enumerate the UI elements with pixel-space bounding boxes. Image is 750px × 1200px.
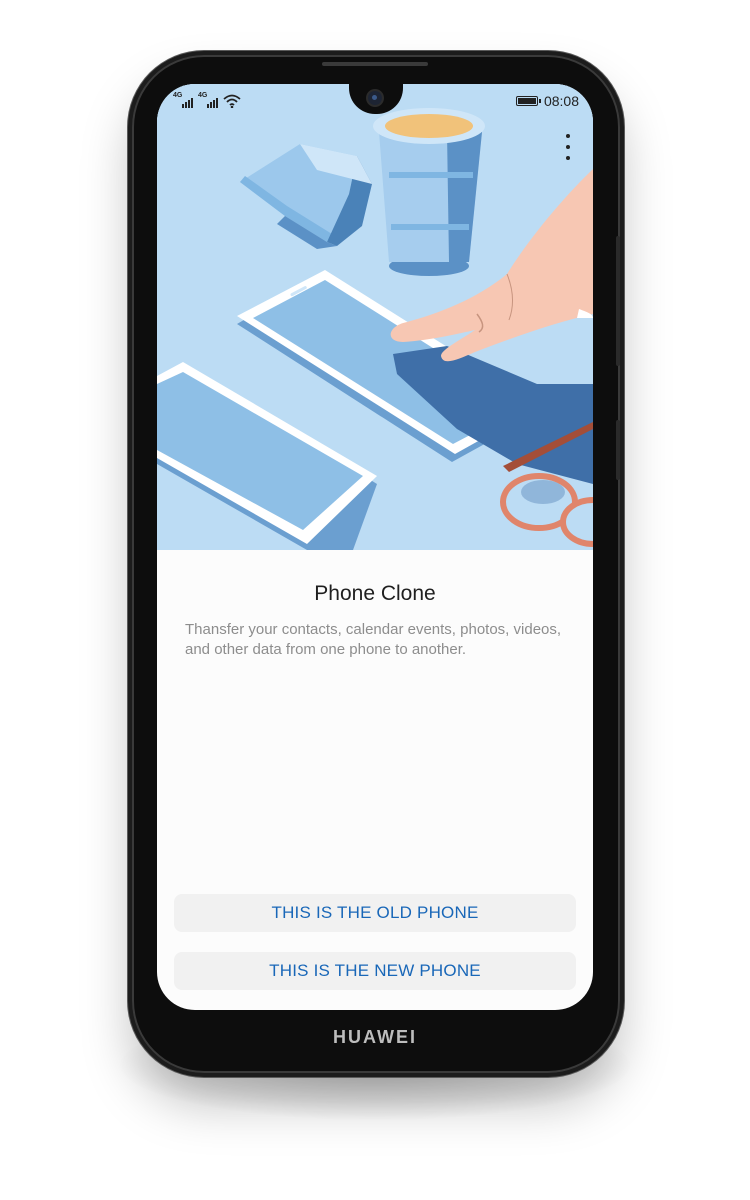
brand-logo: HUAWEI — [333, 1027, 417, 1047]
signal-icon: 4G — [198, 92, 220, 108]
screen: 4G 4G 08:08 Phone Clone Thansfer your co… — [157, 84, 593, 1010]
status-bar-right: 08:08 — [515, 93, 579, 109]
front-camera — [368, 91, 382, 105]
page-title: Phone Clone — [314, 582, 436, 605]
new-phone-button[interactable]: THIS IS THE NEW PHONE — [174, 952, 576, 990]
sim2-network-label: 4G — [198, 92, 208, 99]
hero-illustration — [157, 84, 593, 550]
signal-icon: 4G — [173, 92, 195, 108]
old-phone-button[interactable]: THIS IS THE OLD PHONE — [174, 894, 576, 932]
wifi-icon — [223, 94, 241, 108]
volume-button — [616, 236, 620, 366]
sim1-network-label: 4G — [173, 92, 183, 99]
power-button — [616, 420, 620, 480]
status-time: 08:08 — [543, 93, 579, 109]
page-description: Thansfer your contacts, calendar events,… — [185, 621, 562, 658]
status-bar-left: 4G 4G — [173, 92, 241, 108]
battery-icon — [515, 96, 541, 106]
more-vertical-icon[interactable] — [563, 134, 573, 160]
earpiece-grill — [322, 62, 428, 66]
